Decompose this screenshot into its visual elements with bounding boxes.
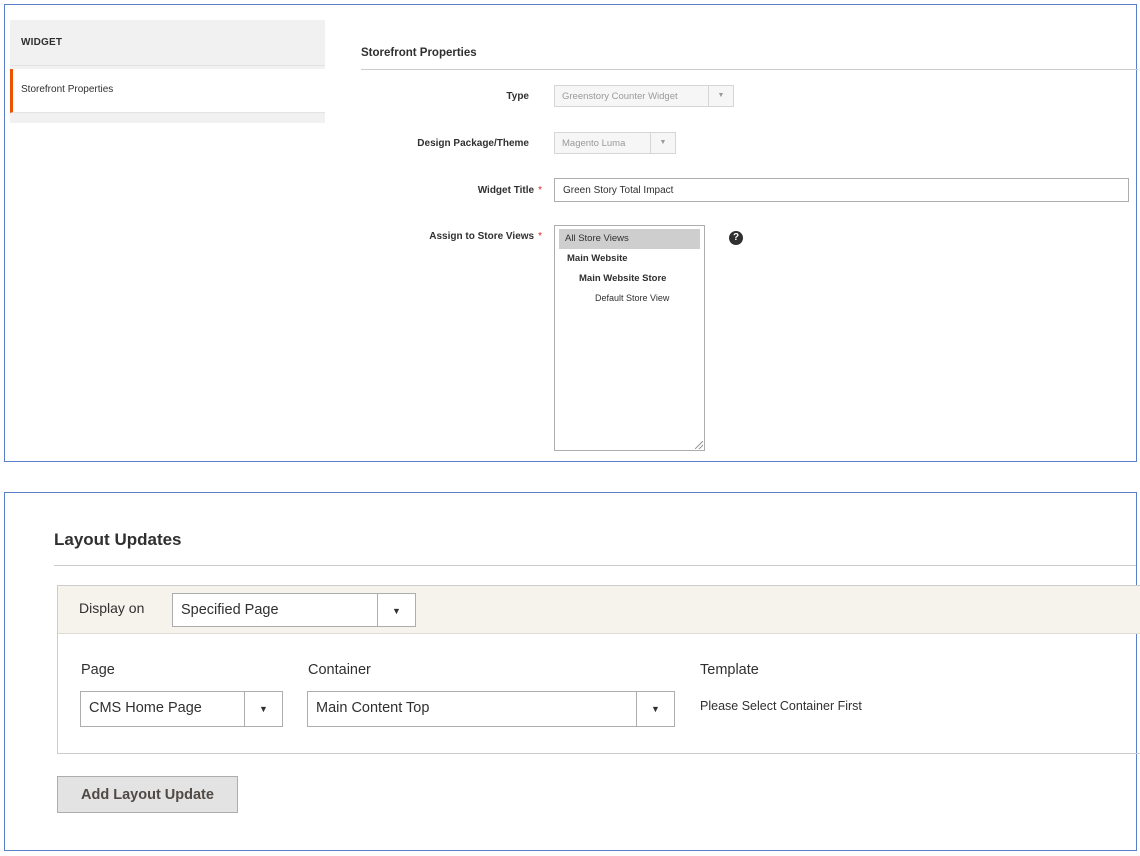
layout-update-box: Display on Specified Page ▼ Page CMS Hom… — [57, 585, 1140, 754]
required-mark: * — [538, 185, 542, 196]
store-view-group-store: Main Website Store — [579, 273, 667, 284]
add-layout-update-button[interactable]: Add Layout Update — [57, 776, 238, 813]
widget-title-input[interactable]: Green Story Total Impact — [554, 178, 1129, 202]
theme-label: Design Package/Theme — [417, 138, 529, 149]
sidebar-title: WIDGET — [10, 20, 325, 66]
storefront-section-title: Storefront Properties — [361, 47, 477, 59]
layout-updates-title: Layout Updates — [54, 530, 182, 549]
store-view-option-all[interactable]: All Store Views — [559, 229, 700, 249]
resize-grip-icon[interactable] — [695, 441, 703, 449]
store-views-multiselect[interactable]: All Store Views Main Website Main Websit… — [554, 225, 705, 451]
theme-select[interactable]: Magento Luma ▼ — [554, 132, 676, 154]
storefront-properties-panel: WIDGET Storefront Properties Storefront … — [4, 4, 1138, 462]
template-label: Template — [700, 662, 759, 678]
type-label: Type — [506, 91, 529, 102]
type-select[interactable]: Greenstory Counter Widget ▼ — [554, 85, 734, 107]
layout-update-header: Display on Specified Page ▼ — [58, 586, 1140, 634]
chevron-down-icon: ▼ — [636, 692, 674, 726]
chevron-down-icon: ▼ — [708, 86, 733, 106]
widget-title-label: Widget Title * — [477, 185, 542, 196]
store-views-label: Assign to Store Views * — [429, 231, 542, 242]
chevron-down-icon: ▼ — [244, 692, 282, 726]
chevron-down-icon: ▼ — [377, 594, 415, 626]
store-view-group-website: Main Website — [567, 253, 628, 264]
container-select[interactable]: Main Content Top ▼ — [307, 691, 675, 727]
store-view-option-default[interactable]: Default Store View — [555, 289, 704, 309]
page-select[interactable]: CMS Home Page ▼ — [80, 691, 283, 727]
display-on-label: Display on — [79, 600, 145, 616]
sidebar-item-storefront-properties[interactable]: Storefront Properties — [10, 69, 325, 113]
container-label: Container — [308, 662, 371, 678]
divider — [54, 565, 1136, 566]
sidebar-item-label: Storefront Properties — [21, 84, 114, 95]
page-label: Page — [81, 662, 115, 678]
display-on-select[interactable]: Specified Page ▼ — [172, 593, 416, 627]
template-value: Please Select Container First — [700, 699, 862, 713]
help-icon[interactable]: ? — [729, 231, 743, 245]
widget-sidebar: WIDGET Storefront Properties — [10, 20, 325, 123]
divider — [361, 69, 1138, 70]
required-mark: * — [538, 231, 542, 242]
chevron-down-icon: ▼ — [650, 133, 675, 153]
